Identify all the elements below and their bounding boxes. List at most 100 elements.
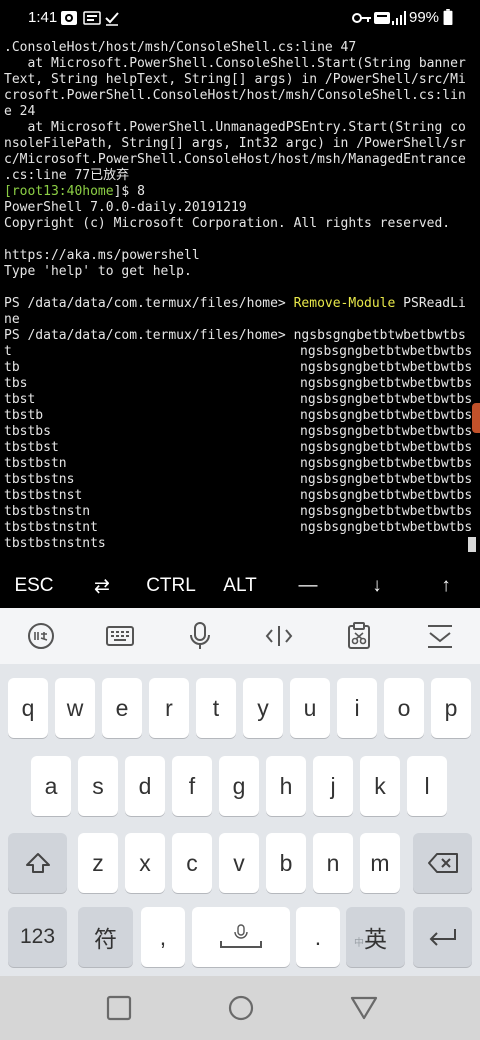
left-column-line: tbstbstnstn xyxy=(4,504,91,519)
repeat-line: ngsbsgngbetbtwbetbwtbs xyxy=(300,488,473,503)
key-z[interactable]: z xyxy=(78,833,118,893)
home-icon[interactable] xyxy=(228,995,254,1021)
shift-icon xyxy=(25,853,50,873)
key-v[interactable]: v xyxy=(219,833,259,893)
banner-line: Type 'help' to get help. xyxy=(4,264,192,279)
edge-handle[interactable] xyxy=(472,403,480,433)
key-p[interactable]: p xyxy=(431,678,471,738)
key-j[interactable]: j xyxy=(313,756,353,816)
status-bar: 1:41 99% xyxy=(0,0,480,36)
clipboard-icon[interactable] xyxy=(339,616,379,656)
navigation-bar xyxy=(0,976,480,1040)
key-f[interactable]: f xyxy=(172,756,212,816)
key-q[interactable]: q xyxy=(8,678,48,738)
repeat-line: ngsbsgngbetbtwbetbwtbs xyxy=(300,472,473,487)
key-u[interactable]: u xyxy=(290,678,330,738)
terminal-line: .cs:line 77已放弃 xyxy=(4,168,130,183)
terminal-line: nsoleFilePath, String[] args, Int32 argc… xyxy=(4,136,466,151)
key-h[interactable]: h xyxy=(266,756,306,816)
repeat-line: ngsbsgngbetbtwbetbwtbs xyxy=(300,344,473,359)
space-key[interactable] xyxy=(192,907,290,967)
key-y[interactable]: y xyxy=(243,678,283,738)
key-n[interactable]: n xyxy=(313,833,353,893)
repeat-line: ngsbsgngbetbtwbetbwtbs xyxy=(300,440,473,455)
key-i[interactable]: i xyxy=(337,678,377,738)
tab-key[interactable]: ⇄ xyxy=(68,564,136,608)
left-column-line: tbstb xyxy=(4,408,44,423)
cursor-move-icon[interactable] xyxy=(259,616,299,656)
repeat-line: ngsbsgngbetbtwbetbwtbs xyxy=(300,424,473,439)
ps-prompt-line: PS /data/data/com.termux/files/home> Rem… xyxy=(4,296,466,312)
status-time: 1:41 xyxy=(28,9,58,26)
extra-keys-row: ESC ⇄ CTRL ALT — ↓ ↑ xyxy=(0,564,480,608)
download-done-icon xyxy=(105,12,119,26)
comma-key[interactable]: , xyxy=(141,907,185,967)
prompt-command: 8 xyxy=(137,184,145,199)
key-x[interactable]: x xyxy=(125,833,165,893)
symbols-key[interactable]: 符 xyxy=(78,907,133,967)
key-icon xyxy=(352,13,371,23)
key-g[interactable]: g xyxy=(219,756,259,816)
ime-logo-icon[interactable] xyxy=(21,616,61,656)
language-key[interactable]: 中 英 xyxy=(346,907,405,967)
ps-command-args: PSReadLi xyxy=(395,296,466,311)
keyboard-layout-icon[interactable] xyxy=(100,616,140,656)
language-key-label: 英 xyxy=(364,926,387,952)
battery-percent: 99% xyxy=(409,9,440,26)
prompt-user: root13:40 xyxy=(11,184,83,199)
enter-key[interactable] xyxy=(413,907,472,967)
key-o[interactable]: o xyxy=(384,678,424,738)
arrow-up-key[interactable]: ↑ xyxy=(412,564,480,608)
numbers-key[interactable]: 123 xyxy=(8,907,67,967)
period-key[interactable]: . xyxy=(296,907,340,967)
key-d[interactable]: d xyxy=(125,756,165,816)
terminal-cursor xyxy=(468,537,476,552)
key-k[interactable]: k xyxy=(360,756,400,816)
key-c[interactable]: c xyxy=(172,833,212,893)
alt-key[interactable]: ALT xyxy=(206,564,274,608)
esc-key[interactable]: ESC xyxy=(0,564,68,608)
terminal-line: crosoft.PowerShell.ConsoleHost/host/msh/… xyxy=(4,88,466,103)
recents-icon[interactable] xyxy=(106,995,132,1021)
left-column-line: t xyxy=(4,344,12,359)
key-r[interactable]: r xyxy=(149,678,189,738)
shift-key[interactable] xyxy=(8,833,67,893)
key-e[interactable]: e xyxy=(102,678,142,738)
microphone-icon[interactable] xyxy=(180,616,220,656)
backspace-icon xyxy=(427,853,458,873)
language-key-sub: 中 xyxy=(354,938,364,949)
repeat-line: ngsbsgngbetbtwbetbwtbs xyxy=(300,360,473,375)
dash-key[interactable]: — xyxy=(274,564,342,608)
prompt-bracket-open: [ xyxy=(4,184,12,199)
key-b[interactable]: b xyxy=(266,833,306,893)
key-m[interactable]: m xyxy=(360,833,400,893)
app-notification-icon xyxy=(61,11,77,25)
key-a[interactable]: a xyxy=(31,756,71,816)
left-column-line: tbstbstns xyxy=(4,472,75,487)
key-t[interactable]: t xyxy=(196,678,236,738)
signal-icon xyxy=(392,11,406,25)
left-column-line: tbstbs xyxy=(4,424,51,439)
prompt-bracket-close: ]$ xyxy=(113,184,138,199)
news-notification-icon xyxy=(83,11,101,25)
back-icon[interactable] xyxy=(350,995,378,1021)
arrow-down-key[interactable]: ↓ xyxy=(343,564,411,608)
terminal-line: e 24 xyxy=(4,104,36,119)
battery-icon xyxy=(443,9,453,25)
left-column-line: tbstbstnstnts xyxy=(4,536,106,551)
repeat-line: ngsbsgngbetbtwbetbwtbs xyxy=(300,504,473,519)
key-s[interactable]: s xyxy=(78,756,118,816)
terminal-view[interactable]: .ConsoleHost/host/msh/ConsoleShell.cs:li… xyxy=(0,36,480,564)
left-column-line: tbst xyxy=(4,392,36,407)
ctrl-key[interactable]: CTRL xyxy=(137,564,205,608)
prompt-host: home xyxy=(82,184,114,199)
repeat-line: ngsbsgngbetbtwbetbwtbs xyxy=(300,408,473,423)
key-w[interactable]: w xyxy=(55,678,95,738)
key-l[interactable]: l xyxy=(407,756,447,816)
keyboard-toolbar xyxy=(0,608,480,664)
repeat-line: ngsbsgngbetbtwbetbwtbs xyxy=(300,520,473,535)
ps-prompt: PS /data/data/com.termux/files/home> xyxy=(4,328,294,343)
backspace-key[interactable] xyxy=(413,833,472,893)
collapse-keyboard-icon[interactable] xyxy=(420,616,460,656)
banner-line: https://aka.ms/powershell xyxy=(4,248,200,263)
